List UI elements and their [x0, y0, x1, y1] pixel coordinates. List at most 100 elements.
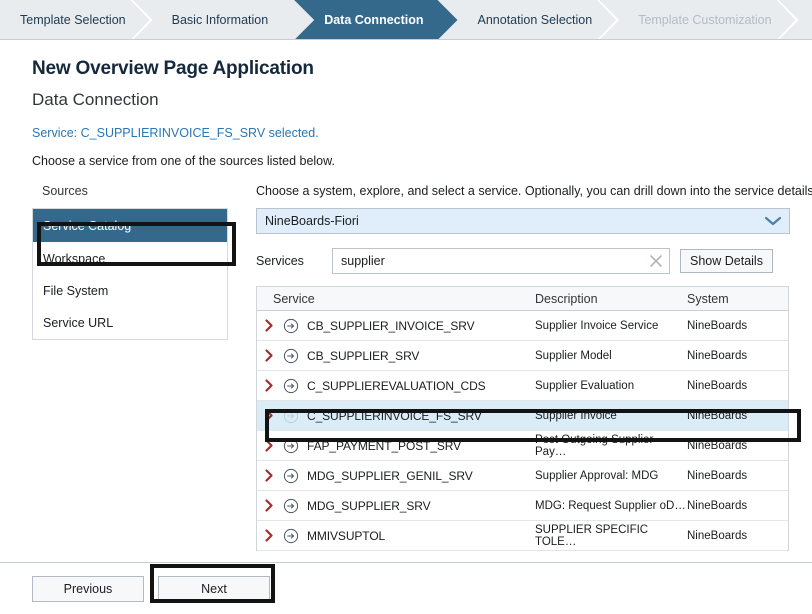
sidebar-item-label: Service Catalog [43, 219, 131, 233]
wizard-step-label: Annotation Selection [478, 13, 593, 27]
sources-panel: Sources Service Catalog Workspace File S… [32, 184, 234, 551]
cell-system: NineBoards [687, 350, 787, 362]
cell-service: CB_SUPPLIER_INVOICE_SRV [257, 318, 535, 334]
wizard-step-annotation-selection[interactable]: Annotation Selection [458, 0, 619, 40]
services-label: Services [256, 254, 332, 268]
services-table: Service Description System CB_SUPPLIER_I… [256, 286, 789, 551]
cell-description: Supplier Approval: MDG [535, 470, 687, 482]
column-header-service: Service [257, 292, 535, 306]
chevron-right-icon[interactable] [265, 319, 283, 332]
table-row[interactable]: MDG_SUPPLIER_SRV MDG: Request Supplier o… [257, 491, 788, 521]
page-title: New Overview Page Application [32, 58, 780, 80]
cell-system: NineBoards [687, 500, 787, 512]
service-name: CB_SUPPLIER_INVOICE_SRV [307, 319, 475, 333]
service-browser-panel: Choose a system, explore, and select a s… [234, 184, 812, 551]
wizard-step-template-customization: Template Customization [618, 0, 797, 40]
column-header-description: Description [535, 292, 687, 306]
cell-description: Supplier Invoice Service [535, 320, 687, 332]
cell-system: NineBoards [687, 320, 787, 332]
service-name: FAP_PAYMENT_POST_SRV [307, 439, 461, 453]
chevron-right-icon[interactable] [265, 439, 283, 452]
cell-description: Supplier Model [535, 350, 687, 362]
cell-service: MDG_SUPPLIER_SRV [257, 498, 535, 514]
cell-system: NineBoards [687, 380, 787, 392]
system-select[interactable]: NineBoards-Fiori [256, 208, 790, 234]
wizard-step-label: Basic Information [172, 13, 269, 27]
sources-list: Service Catalog Workspace File System Se… [32, 208, 228, 340]
service-browser-hint: Choose a system, explore, and select a s… [256, 184, 812, 198]
circle-arrow-right-icon [283, 378, 307, 394]
table-row[interactable]: MDG_SUPPLIER_GENIL_SRV Supplier Approval… [257, 461, 788, 491]
service-name: C_SUPPLIERINVOICE_FS_SRV [307, 409, 482, 423]
chevron-right-icon[interactable] [265, 499, 283, 512]
clear-x-icon[interactable] [649, 254, 663, 268]
previous-button[interactable]: Previous [32, 576, 144, 602]
cell-system: NineBoards [687, 470, 787, 482]
table-header-row: Service Description System [257, 287, 788, 311]
sidebar-item-file-system[interactable]: File System [33, 275, 227, 307]
table-row[interactable]: MMIVSUPTOL SUPPLIER SPECIFIC TOLE… NineB… [257, 521, 788, 551]
cell-service: CB_SUPPLIER_SRV [257, 348, 535, 364]
show-details-button[interactable]: Show Details [680, 249, 773, 273]
table-row[interactable]: CB_SUPPLIER_INVOICE_SRV Supplier Invoice… [257, 311, 788, 341]
sidebar-item-workspace[interactable]: Workspace [33, 243, 227, 275]
cell-description: Post Outgoing Supplier Pay… [535, 434, 687, 458]
cell-system: NineBoards [687, 440, 787, 452]
sidebar-item-service-catalog[interactable]: Service Catalog [33, 209, 227, 243]
service-name: MDG_SUPPLIER_GENIL_SRV [307, 469, 473, 483]
service-name: CB_SUPPLIER_SRV [307, 349, 419, 363]
previous-button-label: Previous [64, 582, 113, 596]
wizard-step-template-selection[interactable]: Template Selection [0, 0, 152, 40]
chevron-right-icon[interactable] [265, 469, 283, 482]
chevron-down-icon [765, 216, 781, 226]
cell-description: Supplier Evaluation [535, 380, 687, 392]
cell-service: C_SUPPLIERINVOICE_FS_SRV [257, 408, 535, 424]
cell-service: MMIVSUPTOL [257, 528, 535, 544]
wizard-step-confirmation: Confirmation [798, 0, 812, 40]
wizard-step-data-connection[interactable]: Data Connection [294, 0, 457, 40]
circle-arrow-right-icon [283, 528, 307, 544]
content-columns: Sources Service Catalog Workspace File S… [32, 184, 780, 551]
sidebar-item-service-url[interactable]: Service URL [33, 307, 227, 339]
chevron-right-icon[interactable] [265, 529, 283, 542]
sidebar-item-label: File System [43, 284, 108, 298]
wizard-step-label: Template Customization [638, 13, 771, 27]
search-input-value: supplier [341, 254, 385, 268]
search-input[interactable]: supplier [332, 248, 670, 274]
circle-arrow-right-icon [283, 438, 307, 454]
system-select-value: NineBoards-Fiori [265, 214, 359, 228]
wizard-step-basic-information[interactable]: Basic Information [152, 0, 295, 40]
service-name: MDG_SUPPLIER_SRV [307, 499, 431, 513]
table-row[interactable]: CB_SUPPLIER_SRV Supplier Model NineBoard… [257, 341, 788, 371]
next-button[interactable]: Next [158, 576, 270, 602]
cell-description: Supplier Invoice [535, 410, 687, 422]
table-row[interactable]: FAP_PAYMENT_POST_SRV Post Outgoing Suppl… [257, 431, 788, 461]
cell-system: NineBoards [687, 530, 787, 542]
wizard-step-bar: Template Selection Basic Information Dat… [0, 0, 812, 40]
chevron-right-icon[interactable] [265, 379, 283, 392]
table-row-selected[interactable]: C_SUPPLIERINVOICE_FS_SRV Supplier Invoic… [257, 401, 788, 431]
cell-description: SUPPLIER SPECIFIC TOLE… [535, 524, 687, 548]
next-button-label: Next [201, 582, 227, 596]
sources-title: Sources [32, 184, 234, 198]
service-name: C_SUPPLIEREVALUATION_CDS [307, 379, 486, 393]
circle-arrow-right-icon [283, 468, 307, 484]
service-name: MMIVSUPTOL [307, 529, 385, 543]
footer-bar: Previous Next [0, 562, 812, 614]
circle-arrow-right-icon [283, 408, 307, 424]
cell-service: FAP_PAYMENT_POST_SRV [257, 438, 535, 454]
wizard-step-label: Data Connection [324, 13, 423, 27]
page-body: New Overview Page Application Data Conne… [0, 58, 812, 551]
circle-arrow-right-icon [283, 318, 307, 334]
chevron-right-icon[interactable] [265, 409, 283, 422]
chevron-right-icon[interactable] [265, 349, 283, 362]
instruction-text: Choose a service from one of the sources… [32, 154, 780, 168]
show-details-label: Show Details [690, 254, 763, 268]
cell-service: MDG_SUPPLIER_GENIL_SRV [257, 468, 535, 484]
services-search-row: Services supplier Show Details [256, 248, 812, 274]
selected-service-message: Service: C_SUPPLIERINVOICE_FS_SRV select… [32, 126, 780, 140]
column-header-system: System [687, 292, 787, 306]
table-row[interactable]: C_SUPPLIEREVALUATION_CDS Supplier Evalua… [257, 371, 788, 401]
page-subtitle: Data Connection [32, 90, 780, 110]
circle-arrow-right-icon [283, 348, 307, 364]
